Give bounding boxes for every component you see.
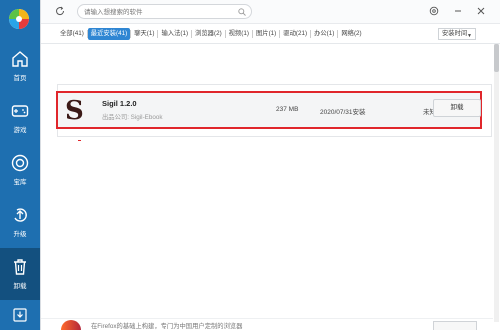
home-icon bbox=[12, 51, 28, 67]
sidebar-item-treasure[interactable]: 宝库 bbox=[0, 144, 40, 196]
sidebar-item-label: 卸载 bbox=[13, 283, 27, 290]
gamepad-icon bbox=[11, 105, 29, 117]
close-icon[interactable] bbox=[476, 6, 486, 16]
sidebar-item-label: 升级 bbox=[13, 231, 27, 238]
category-tabs: 全部(41) 最近安装(41) 聊天(1) 输入法(1) 浏览器(2) 视频(1… bbox=[57, 28, 365, 40]
sort-select[interactable]: 安装时间 ▼ bbox=[438, 28, 476, 40]
sidebar-item-label: 宝库 bbox=[13, 179, 27, 186]
minimize-icon[interactable] bbox=[453, 6, 463, 16]
scrollbar-thumb[interactable] bbox=[494, 44, 499, 72]
uninstall-button[interactable]: 卸载 bbox=[433, 99, 481, 117]
sidebar-item-home[interactable]: 首页 bbox=[0, 40, 40, 92]
top-bar bbox=[41, 0, 500, 24]
sidebar-item-label: 游戏 bbox=[13, 127, 27, 134]
chevron-down-icon: ▼ bbox=[467, 33, 472, 39]
sidebar-item-upgrade[interactable]: 升级 bbox=[0, 196, 40, 248]
app-install-date: 2020/07/31安装 bbox=[320, 109, 366, 116]
next-list-item-peek: 在Firefox的基础上构建，专门为中国用户定制的浏览器 bbox=[41, 318, 493, 330]
browser-app-icon bbox=[61, 320, 81, 330]
trash-icon bbox=[14, 259, 26, 275]
download-icon bbox=[13, 308, 27, 322]
tab-chat[interactable]: 聊天(1) bbox=[131, 28, 157, 40]
category-tabbar: 全部(41) 最近安装(41) 聊天(1) 输入法(1) 浏览器(2) 视频(1… bbox=[41, 24, 500, 44]
sort-select-value: 安装时间 bbox=[442, 30, 468, 37]
sidebar-item-download[interactable] bbox=[0, 300, 40, 330]
upgrade-icon bbox=[14, 208, 27, 222]
app-size: 237 MB bbox=[276, 106, 299, 113]
main-panel: 全部(41) 最近安装(41) 聊天(1) 输入法(1) 浏览器(2) 视频(1… bbox=[40, 0, 500, 330]
app-name: Sigil 1.2.0 bbox=[102, 99, 137, 108]
app-icon: S bbox=[65, 96, 84, 126]
sidebar-item-label: 首页 bbox=[13, 75, 27, 82]
sidebar-item-games[interactable]: 游戏 bbox=[0, 92, 40, 144]
refresh-icon[interactable] bbox=[55, 6, 65, 16]
search-input[interactable] bbox=[84, 7, 234, 17]
tab-image[interactable]: 图片(1) bbox=[253, 28, 279, 40]
app-publisher: 出品公司: Sigil-Ebook bbox=[102, 114, 163, 121]
tab-all[interactable]: 全部(41) bbox=[57, 28, 87, 40]
peek-button[interactable] bbox=[433, 321, 477, 330]
treasure-icon bbox=[11, 154, 29, 172]
decoration-mark bbox=[78, 140, 81, 141]
tab-driver[interactable]: 驱动(21) bbox=[280, 28, 310, 40]
tab-network[interactable]: 网络(2) bbox=[338, 28, 364, 40]
tab-video[interactable]: 视频(1) bbox=[226, 28, 252, 40]
peek-description: 在Firefox的基础上构建，专门为中国用户定制的浏览器 bbox=[91, 323, 243, 330]
app-logo-icon bbox=[9, 9, 29, 29]
tab-input-method[interactable]: 输入法(1) bbox=[158, 28, 191, 40]
search-icon[interactable] bbox=[238, 8, 246, 16]
tab-recent[interactable]: 最近安装(41) bbox=[87, 28, 131, 40]
sidebar-item-uninstall[interactable]: 卸载 bbox=[0, 248, 40, 300]
search-box[interactable] bbox=[77, 4, 252, 19]
sidebar: 首页 游戏 宝库 升级 卸载 bbox=[0, 0, 40, 330]
tab-office[interactable]: 办公(1) bbox=[311, 28, 337, 40]
scrollbar[interactable] bbox=[494, 44, 499, 322]
tab-browser[interactable]: 浏览器(2) bbox=[192, 28, 225, 40]
settings-icon[interactable] bbox=[429, 6, 439, 16]
app-row-selected[interactable]: S Sigil 1.2.0 出品公司: Sigil-Ebook 237 MB 2… bbox=[56, 91, 482, 129]
